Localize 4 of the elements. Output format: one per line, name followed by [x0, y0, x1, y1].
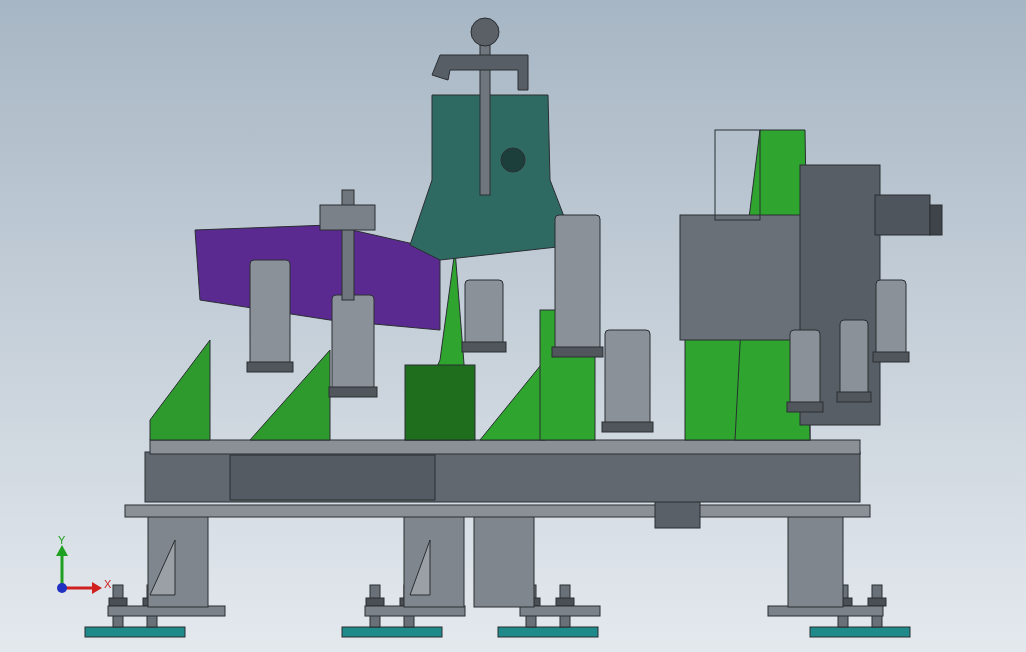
model-viewport[interactable]: Y X [0, 0, 1026, 652]
axis-label: X [104, 578, 112, 590]
axis-label: Y [58, 534, 66, 546]
axis-triad-icon [56, 545, 102, 594]
